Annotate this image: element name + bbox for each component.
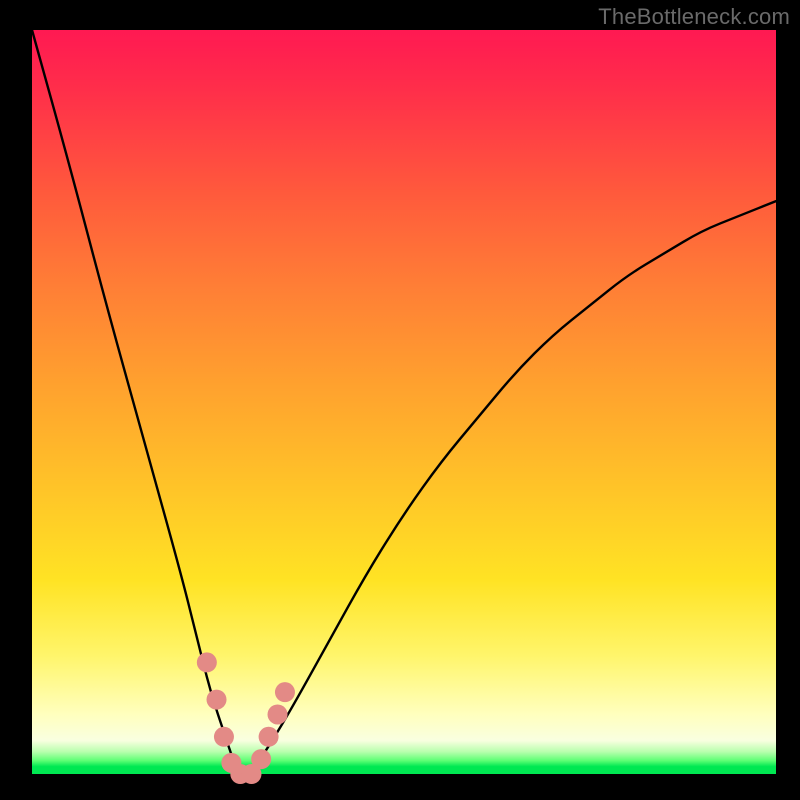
chart-frame: TheBottleneck.com: [0, 0, 800, 800]
curve-marker: [214, 727, 234, 747]
bottleneck-curve: [32, 30, 776, 774]
watermark-text: TheBottleneck.com: [598, 4, 790, 30]
curve-marker: [275, 682, 295, 702]
curve-marker: [268, 704, 288, 724]
curve-markers: [197, 652, 295, 784]
curve-marker: [251, 749, 271, 769]
curve-marker: [259, 727, 279, 747]
chart-plot-area: [32, 30, 776, 774]
chart-svg: [32, 30, 776, 774]
curve-marker: [197, 652, 217, 672]
curve-marker: [207, 690, 227, 710]
